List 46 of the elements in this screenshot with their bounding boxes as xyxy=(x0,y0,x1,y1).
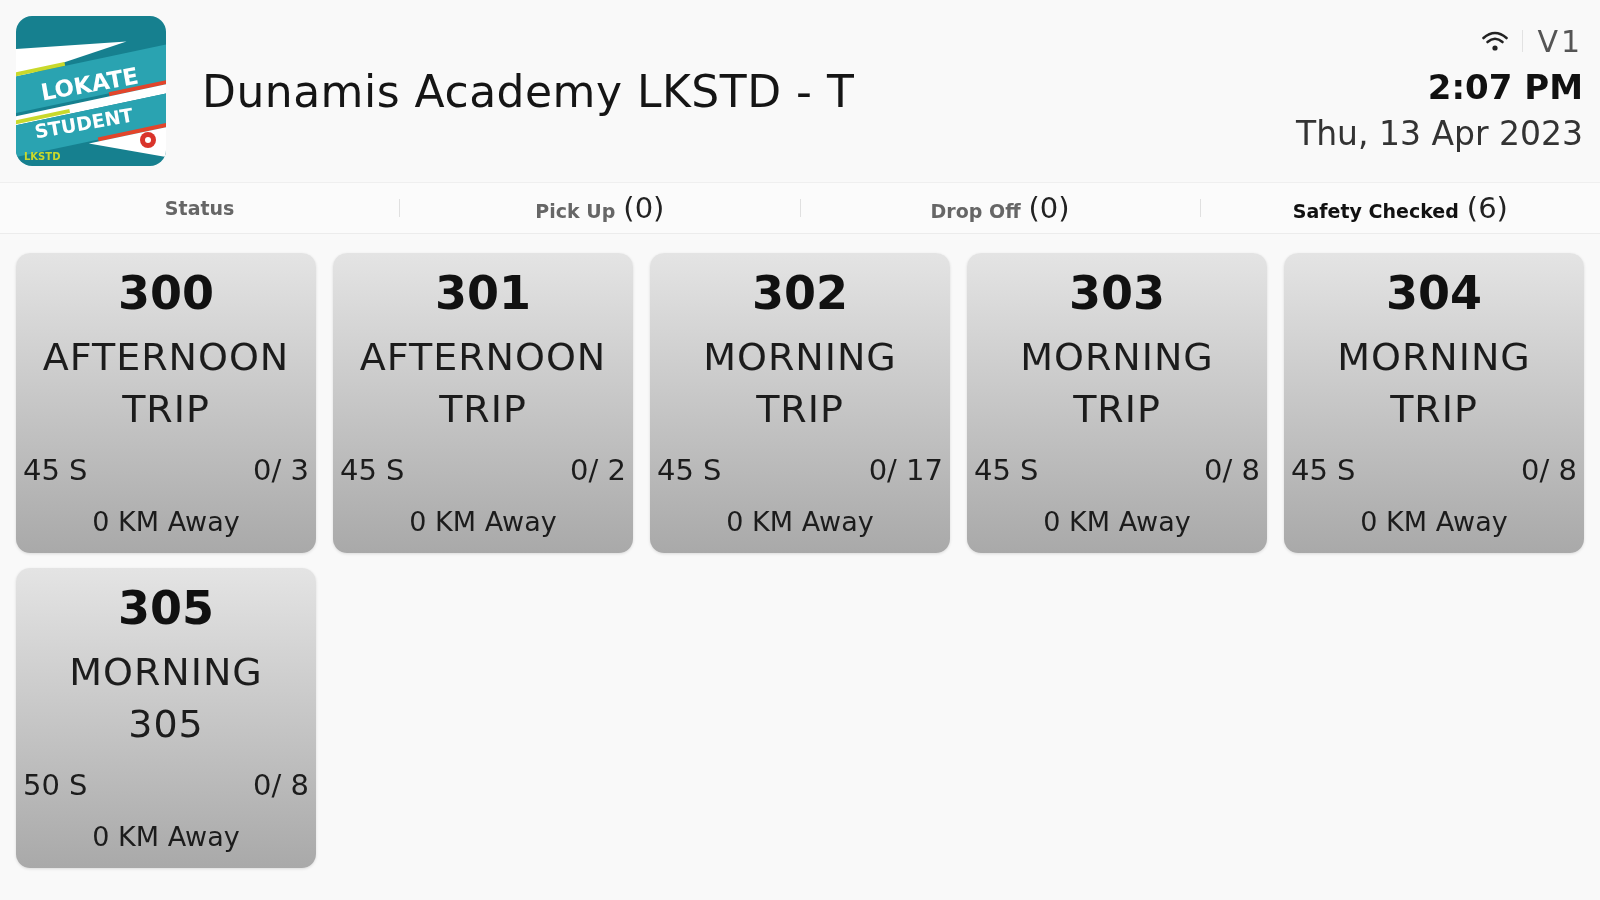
trip-number: 305 xyxy=(117,580,215,636)
student-count: 0/ 2 xyxy=(570,452,626,488)
trip-name: MORNING TRIP xyxy=(1336,334,1532,433)
tab[interactable]: Status xyxy=(158,195,241,221)
trip-number: 301 xyxy=(434,265,532,321)
trip-distance: 0 KM Away xyxy=(91,505,241,539)
trip-card[interactable]: 302 MORNING TRIP 45 S 0/ 17 0 KM Away xyxy=(650,253,950,553)
clock-time: 2:07 PM xyxy=(1427,66,1583,109)
trip-name: AFTERNOON TRIP xyxy=(358,334,608,433)
trip-duration: 45 S xyxy=(974,452,1039,488)
trip-name: MORNING TRIP xyxy=(1019,334,1215,433)
tab[interactable]: Pick Up (0) xyxy=(529,189,671,227)
trip-distance: 0 KM Away xyxy=(1359,505,1509,539)
wifi-icon xyxy=(1482,31,1509,51)
trip-card[interactable]: 303 MORNING TRIP 45 S 0/ 8 0 KM Away xyxy=(967,253,1267,553)
student-count: 0/ 17 xyxy=(868,452,943,488)
trip-duration: 45 S xyxy=(1291,452,1356,488)
trip-card[interactable]: 301 AFTERNOON TRIP 45 S 0/ 2 0 KM Away xyxy=(333,253,633,553)
student-count: 0/ 8 xyxy=(1521,452,1577,488)
trip-duration: 50 S xyxy=(23,767,88,803)
version-label: V1 xyxy=(1537,23,1583,59)
trip-name: MORNING TRIP xyxy=(702,334,898,433)
trip-number: 302 xyxy=(751,265,849,321)
current-date: Thu, 13 Apr 2023 xyxy=(1296,113,1583,155)
trip-duration: 45 S xyxy=(657,452,722,488)
trip-distance: 0 KM Away xyxy=(1042,505,1192,539)
trip-name: MORNING 305 xyxy=(68,649,264,748)
trip-duration: 45 S xyxy=(23,452,88,488)
trip-name: AFTERNOON TRIP xyxy=(41,334,291,433)
trip-number: 303 xyxy=(1068,265,1166,321)
student-count: 0/ 8 xyxy=(1204,452,1260,488)
tab[interactable]: Safety Checked (6) xyxy=(1286,189,1514,227)
trip-number: 300 xyxy=(117,265,215,321)
trip-duration: 45 S xyxy=(340,452,405,488)
trip-distance: 0 KM Away xyxy=(408,505,558,539)
trip-number: 304 xyxy=(1385,265,1483,321)
trip-card[interactable]: 304 MORNING TRIP 45 S 0/ 8 0 KM Away xyxy=(1284,253,1584,553)
student-count: 0/ 8 xyxy=(253,767,309,803)
tab[interactable]: Drop Off (0) xyxy=(924,189,1076,227)
trip-distance: 0 KM Away xyxy=(725,505,875,539)
trip-card[interactable]: 305 MORNING 305 50 S 0/ 8 0 KM Away xyxy=(16,568,316,868)
app-logo: LOKATE STUDENT LKSTD xyxy=(16,16,166,166)
trip-card[interactable]: 300 AFTERNOON TRIP 45 S 0/ 3 0 KM Away xyxy=(16,253,316,553)
school-title: Dunamis Academy LKSTD - T xyxy=(202,65,855,117)
trip-distance: 0 KM Away xyxy=(91,820,241,854)
student-count: 0/ 3 xyxy=(253,452,309,488)
